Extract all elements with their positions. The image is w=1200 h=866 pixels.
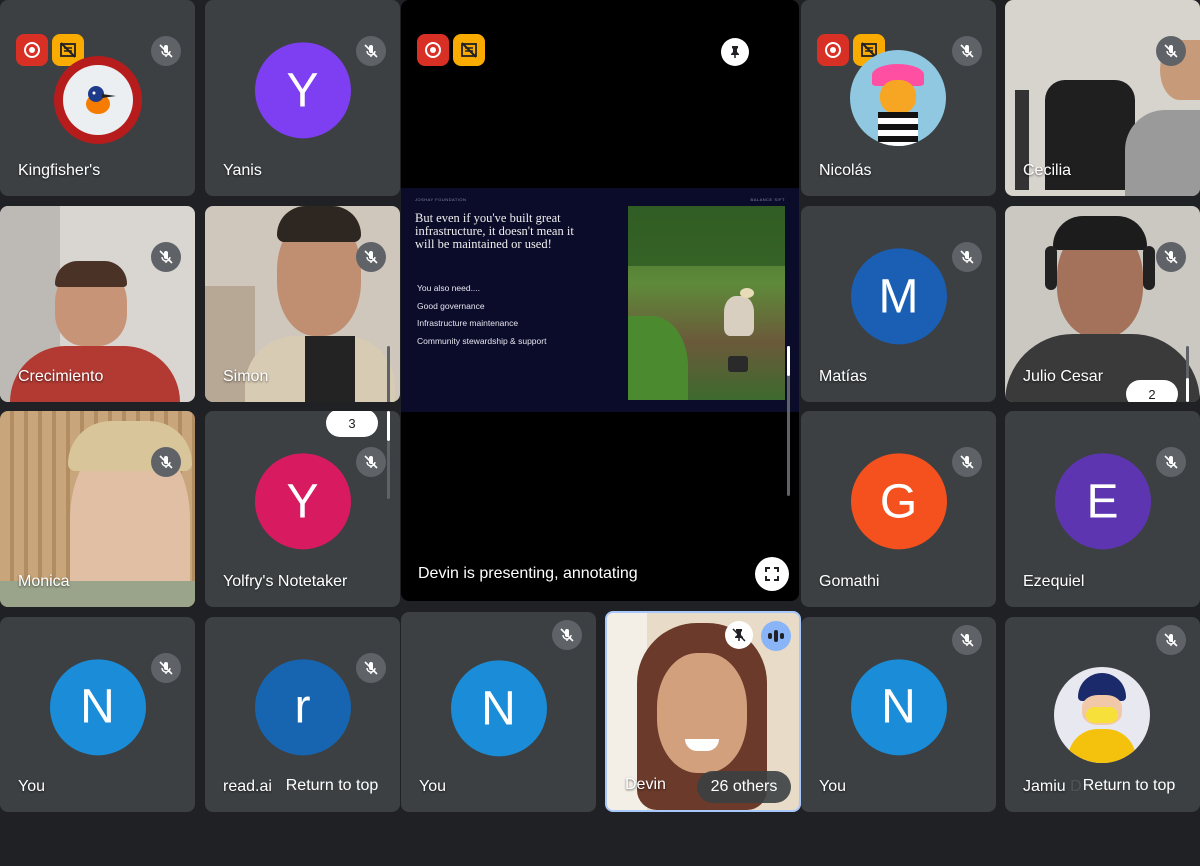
participant-name: read.ai (223, 778, 272, 795)
indicator-badges (417, 34, 485, 66)
participant-tile-yolfry[interactable]: Y Yolfry's Notetaker 3 (205, 411, 400, 607)
avatar: M (850, 248, 947, 345)
muted-mic-icon (1156, 242, 1186, 272)
avatar: Y (254, 42, 351, 139)
record-icon (417, 34, 449, 66)
muted-mic-icon (1156, 36, 1186, 66)
muted-mic-icon (1156, 625, 1186, 655)
participant-tile-gomathi[interactable]: G Gomathi (801, 411, 996, 607)
indicator-badges (16, 34, 84, 66)
participant-name: Devin (625, 776, 666, 793)
shared-slide: JOSHAY FOUNDATION BALANCE SIFT But even … (401, 188, 799, 412)
participant-name: Nicolás (819, 162, 872, 179)
avatar: E (1054, 453, 1151, 550)
pin-icon[interactable] (721, 38, 749, 66)
gemini-off-icon (453, 34, 485, 66)
muted-mic-icon (952, 625, 982, 655)
scrollbar-track[interactable] (387, 441, 390, 499)
participant-name: Monica (18, 573, 70, 590)
avatar: N (850, 658, 947, 755)
slide-title: But even if you've built great infrastru… (415, 211, 574, 251)
participant-count-badge[interactable]: 2 (1126, 380, 1178, 402)
muted-mic-icon (151, 447, 181, 477)
avatar: N (49, 658, 146, 755)
avatar: G (850, 453, 947, 550)
participant-name: Cecilia (1023, 162, 1072, 179)
muted-mic-icon (356, 447, 386, 477)
scrollbar-track[interactable] (387, 346, 390, 402)
participant-tile-simon[interactable]: Simon (205, 206, 400, 402)
pin-off-icon[interactable] (725, 621, 753, 649)
others-button[interactable]: 26 others (697, 771, 791, 803)
participant-count-badge[interactable]: 3 (326, 411, 378, 437)
participant-name: Simon (223, 368, 269, 385)
participant-tile-matias[interactable]: M Matías (801, 206, 996, 402)
slide-bullet: Infrastructure maintenance (417, 318, 519, 328)
slide-bullet: Community stewardship & support (417, 335, 547, 346)
return-to-top-button[interactable]: Return to top (271, 770, 393, 802)
muted-mic-icon (356, 36, 386, 66)
participant-name: You (18, 778, 45, 795)
muted-mic-icon (952, 36, 982, 66)
participant-name: Matías (819, 368, 868, 385)
record-icon (16, 34, 48, 66)
slide-garden-photo (628, 206, 785, 400)
participant-tile-yanis[interactable]: Y Yanis (205, 0, 400, 196)
participant-tile-crecimiento[interactable]: Crecimiento (0, 206, 195, 402)
muted-mic-icon (952, 242, 982, 272)
muted-mic-icon (356, 653, 386, 683)
kingfisher-logo (54, 56, 142, 144)
participant-name: Crecimiento (18, 368, 104, 385)
participant-name: You (419, 778, 446, 795)
slide-header-left: JOSHAY FOUNDATION (415, 197, 467, 202)
participant-tile-cecilia[interactable]: Cecilia (1005, 0, 1200, 196)
participant-tile-nicolas[interactable]: Nicolás (801, 0, 996, 196)
return-to-top-button[interactable]: Return to top (1067, 770, 1191, 802)
slide-header-right: BALANCE SIFT (750, 197, 785, 202)
participant-tile-monica[interactable]: Monica (0, 411, 195, 607)
record-icon (817, 34, 849, 66)
participant-tile-you-1[interactable]: N You (0, 617, 195, 812)
participant-tile-you-3[interactable]: N You (801, 617, 996, 812)
muted-mic-icon (1156, 447, 1186, 477)
avatar: Y (254, 453, 351, 550)
participant-name: Julio Cesar (1023, 368, 1104, 385)
speaking-icon (761, 621, 791, 651)
muted-mic-icon (151, 36, 181, 66)
participant-tile-ezequiel[interactable]: E Ezequiel (1005, 411, 1200, 607)
participant-tile-jamiu[interactable]: Jamiu D Return to top (1005, 617, 1200, 812)
presentation-tile[interactable]: JOSHAY FOUNDATION BALANCE SIFT But even … (401, 0, 799, 601)
participant-name: You (819, 778, 846, 795)
muted-mic-icon (952, 447, 982, 477)
muted-mic-icon (151, 653, 181, 683)
scrollbar-thumb[interactable] (787, 346, 790, 376)
avatar (850, 50, 946, 146)
participant-name: Ezequiel (1023, 573, 1085, 590)
slide-bullets: You also need.... Good governance Infras… (417, 280, 546, 350)
participant-name: Yolfry's Notetaker (223, 573, 348, 590)
avatar (1054, 667, 1150, 763)
participant-name: Yanis (223, 162, 262, 179)
slide-bullet: Good governance (417, 300, 485, 311)
kingfisher-bird-icon (86, 86, 116, 114)
presenting-status: Devin is presenting, annotating (418, 565, 638, 582)
participant-tile-you-2[interactable]: N You (401, 612, 596, 812)
slide-bullet: You also need.... (417, 283, 481, 293)
scrollbar-thumb[interactable] (387, 411, 390, 441)
avatar: N (450, 660, 547, 757)
avatar: r (254, 658, 351, 755)
muted-mic-icon (151, 242, 181, 272)
muted-mic-icon (552, 620, 582, 650)
participant-tile-kingfisher[interactable]: Kingfisher's (0, 0, 195, 196)
participant-name: Kingfisher's (18, 162, 101, 179)
participant-tile-readai[interactable]: r read.ai Return to top (205, 617, 400, 812)
scrollbar-thumb[interactable] (1186, 378, 1189, 402)
participant-name: Gomathi (819, 573, 880, 590)
participant-tile-julio[interactable]: Julio Cesar 2 (1005, 206, 1200, 402)
muted-mic-icon (356, 242, 386, 272)
fullscreen-icon[interactable] (755, 557, 789, 591)
participant-tile-devin[interactable]: Devin 26 others (605, 611, 801, 812)
